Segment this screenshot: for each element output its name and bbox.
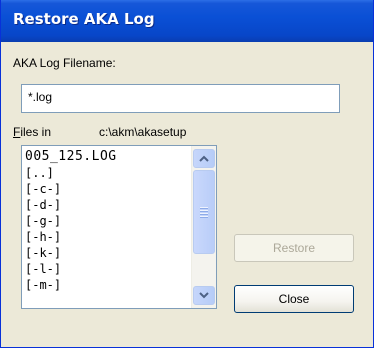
filename-input-value: *.log [28,90,53,104]
scroll-up-button[interactable] [193,149,215,168]
chevron-up-icon [199,155,209,162]
list-item[interactable]: [-l-] [25,261,117,277]
title-bar[interactable]: Restore AKA Log [1,0,373,42]
scroll-thumb-grip [200,210,208,212]
scroll-thumb-grip [200,213,208,215]
restore-aka-log-dialog: Restore AKA Log AKA Log Filename: *.log … [0,0,374,348]
list-item[interactable]: [-m-] [25,277,117,293]
files-in-label-text: iles in [20,125,52,139]
list-item[interactable]: [-k-] [25,245,117,261]
list-item[interactable]: [..] [25,165,117,181]
directory-path: c:\akm\akasetup [99,125,187,139]
files-in-label: Files in [13,125,51,139]
vertical-scrollbar[interactable] [191,146,216,308]
filename-label: AKA Log Filename: [13,56,116,70]
window-title: Restore AKA Log [13,10,155,28]
scroll-thumb-grip [200,216,208,218]
list-item[interactable]: 005_125.LOG [25,149,117,165]
scroll-thumb-grip [200,207,208,209]
file-listbox[interactable]: 005_125.LOG [..] [-c-] [-d-] [-g-] [-h-]… [21,145,217,309]
close-button[interactable]: Close [234,285,354,313]
list-item[interactable]: [-h-] [25,229,117,245]
list-item[interactable]: [-c-] [25,181,117,197]
file-list: 005_125.LOG [..] [-c-] [-d-] [-g-] [-h-]… [25,149,117,293]
restore-button[interactable]: Restore [234,234,354,262]
list-item[interactable]: [-g-] [25,213,117,229]
scroll-down-button[interactable] [193,286,215,305]
filename-input[interactable]: *.log [21,84,340,113]
chevron-down-icon [199,292,209,299]
scroll-thumb[interactable] [193,170,215,254]
list-item[interactable]: [-d-] [25,197,117,213]
